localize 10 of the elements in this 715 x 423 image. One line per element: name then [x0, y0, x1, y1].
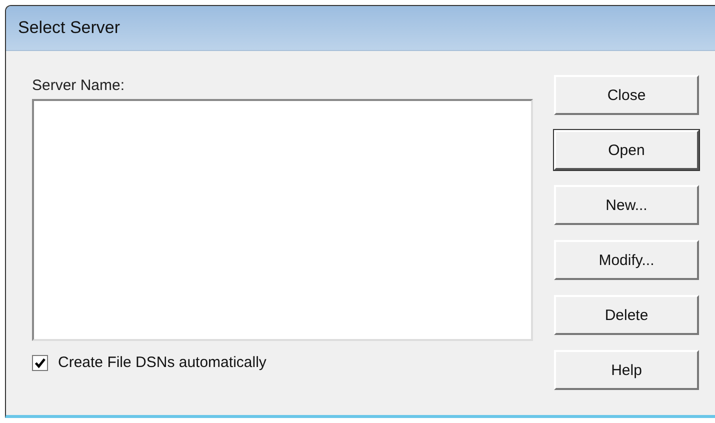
- server-name-label: Server Name:: [32, 77, 126, 96]
- dialog-button[interactable]: Close: [554, 75, 699, 115]
- checkbox-label: Create File DSNs automatically: [58, 354, 266, 371]
- dialog-button[interactable]: New...: [554, 185, 699, 225]
- window-title: Select Server: [18, 18, 120, 38]
- dialog-button[interactable]: Modify...: [554, 240, 699, 280]
- dialog-button[interactable]: Open: [554, 130, 699, 170]
- dialog-button[interactable]: Help: [554, 350, 699, 390]
- dialog-button[interactable]: Delete: [554, 295, 699, 335]
- checkbox[interactable]: [32, 354, 48, 370]
